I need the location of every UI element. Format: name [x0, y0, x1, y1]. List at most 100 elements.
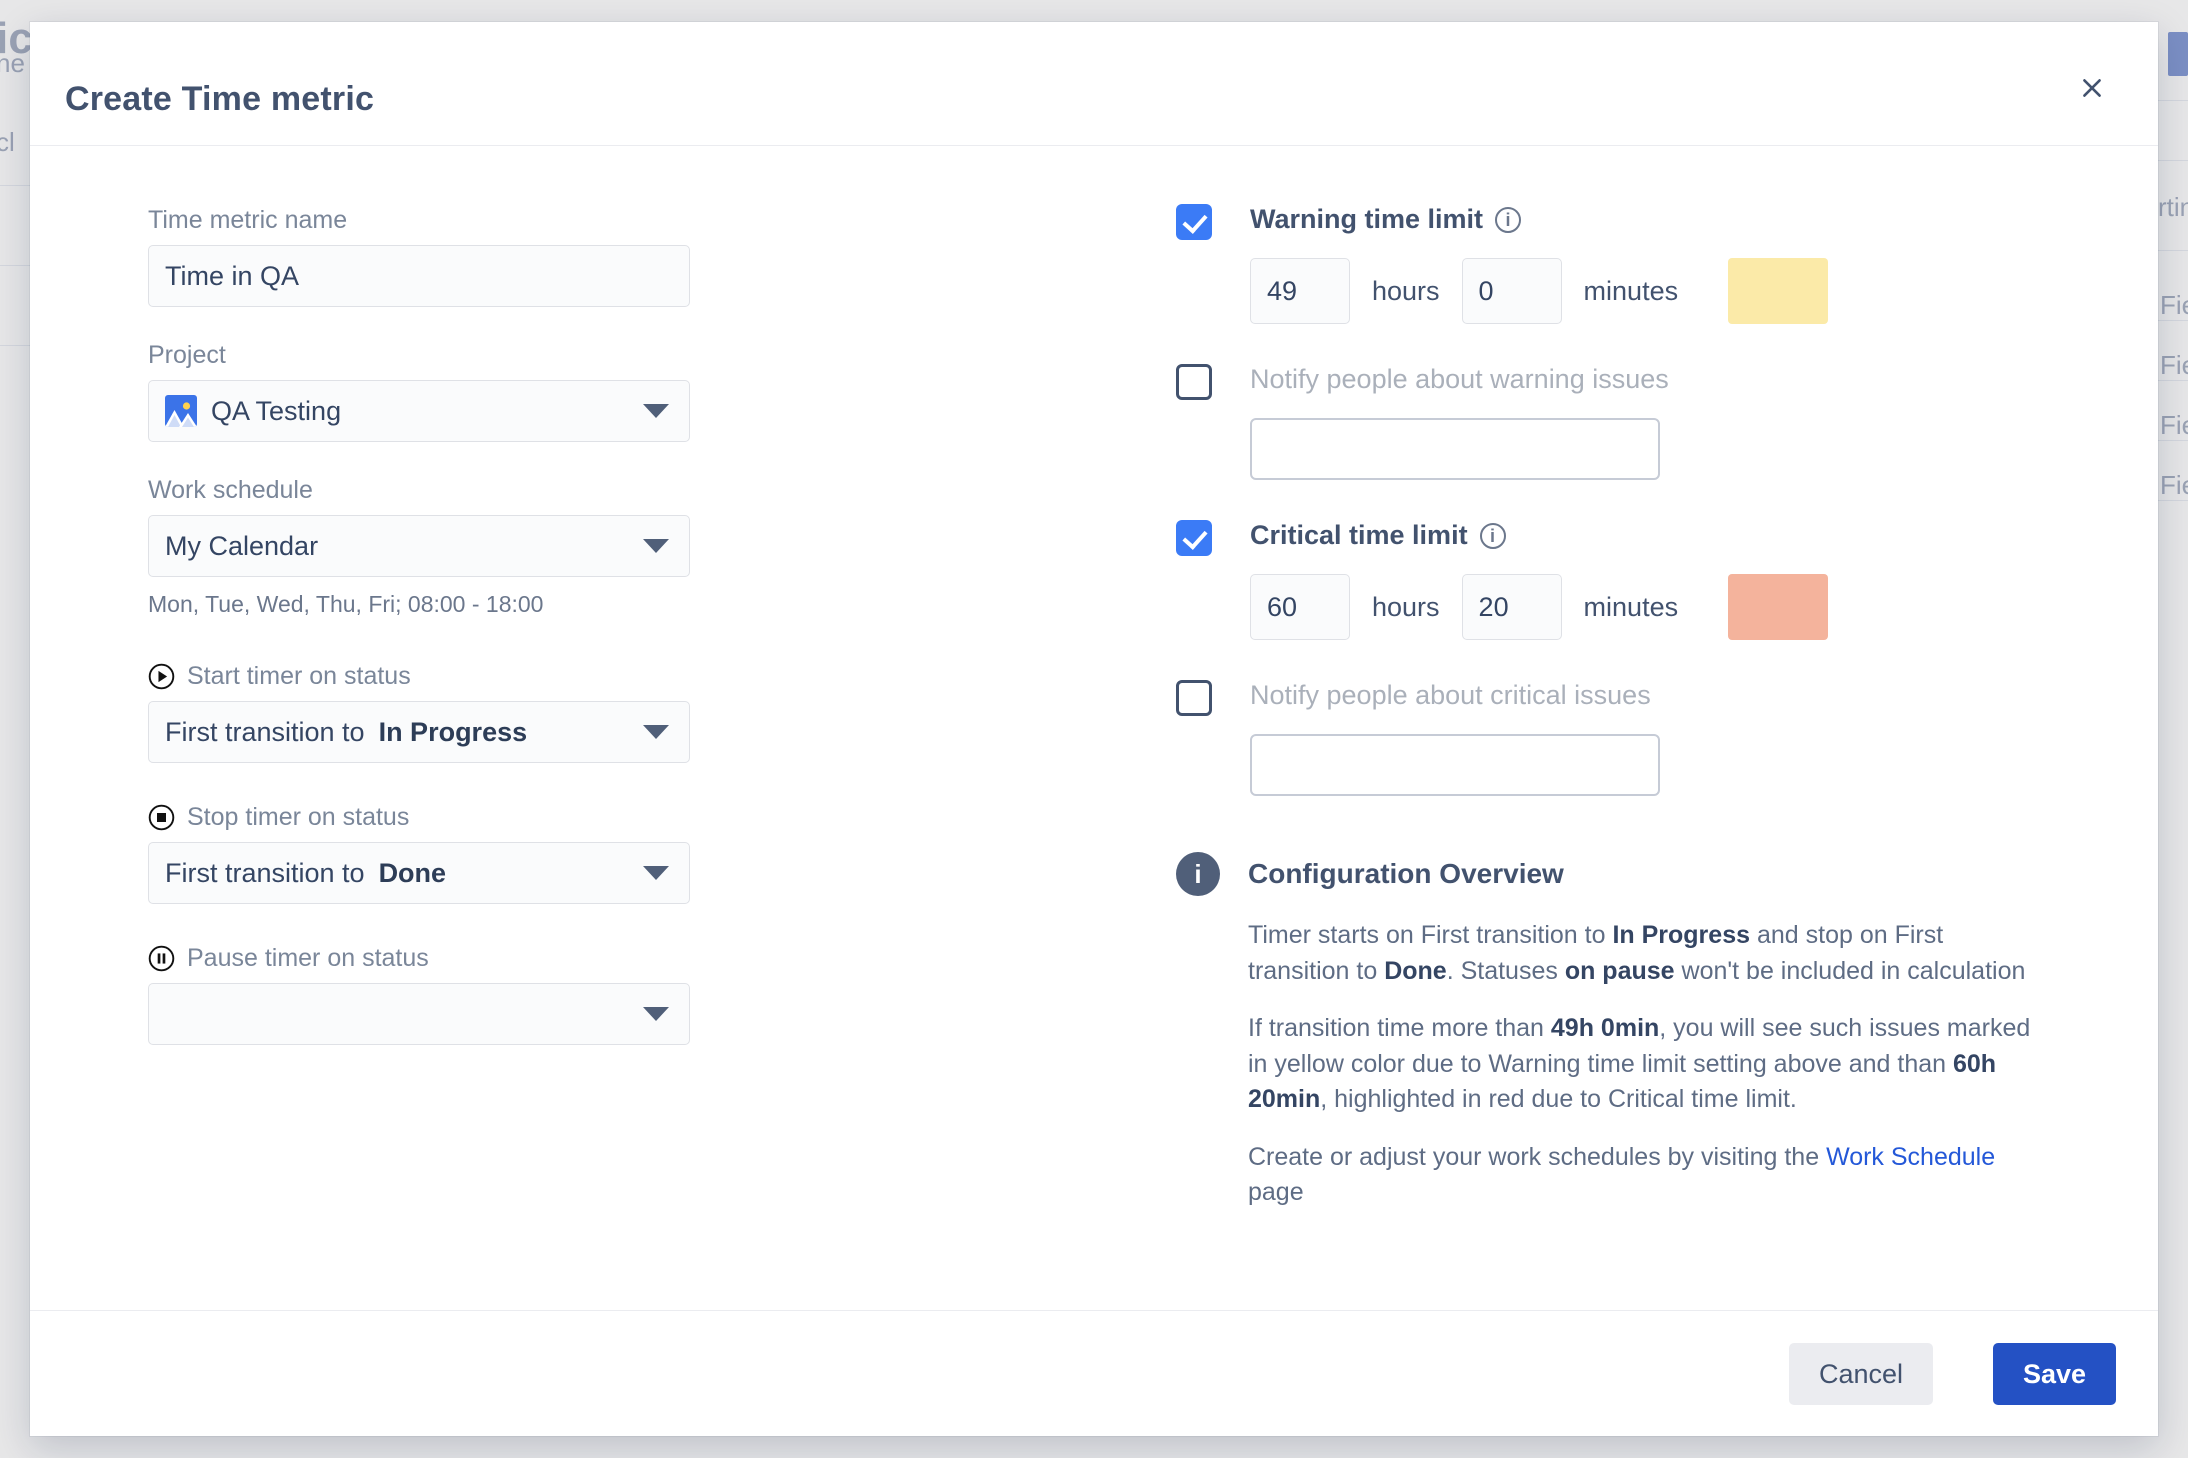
create-time-metric-dialog: Create Time metric Time metric name Time…: [30, 22, 2158, 1436]
save-button[interactable]: Save: [1992, 1343, 2116, 1405]
cfg-p1-e: . Statuses: [1446, 956, 1565, 985]
stop-timer-prefix: First transition to: [165, 857, 365, 888]
stop-timer-field-group: Stop timer on status First transition to…: [148, 803, 690, 904]
bg-fragment-text: Fie: [2160, 350, 2188, 380]
notify-warning-header: Notify people about warning issues: [1176, 364, 2046, 400]
notify-critical-header: Notify people about critical issues: [1176, 680, 2046, 716]
bg-fragment-text: cl: [0, 127, 15, 157]
warning-hours-unit: hours: [1372, 275, 1440, 306]
dialog-footer: Cancel Save: [30, 1310, 2158, 1434]
work-schedule-link[interactable]: Work Schedule: [1826, 1143, 1995, 1171]
bg-divider: [2158, 160, 2188, 161]
configuration-overview-title: Configuration Overview: [1248, 858, 1564, 889]
metric-name-label: Time metric name: [148, 206, 348, 234]
work-schedule-select[interactable]: My Calendar: [148, 515, 690, 577]
chevron-down-icon: [643, 1007, 669, 1021]
stop-timer-label: Stop timer on status: [187, 803, 410, 831]
stop-timer-status: Done: [378, 857, 447, 888]
dialog-body: Time metric name Time in QA Project QA T…: [30, 146, 2158, 1310]
cfg-p1-a: Timer starts on First transition to: [1248, 921, 1613, 949]
pause-timer-label: Pause timer on status: [187, 944, 429, 972]
notify-critical-checkbox[interactable]: [1176, 680, 1212, 716]
stop-timer-label-row: Stop timer on status: [148, 803, 690, 832]
info-icon[interactable]: i: [1495, 206, 1522, 233]
notify-warning-group: Notify people about warning issues: [1176, 364, 2046, 480]
critical-color-swatch[interactable]: [1728, 574, 1829, 640]
notify-warning-input[interactable]: [1250, 418, 1660, 480]
dialog-header: Create Time metric: [30, 22, 2158, 146]
project-label: Project: [148, 341, 226, 369]
bg-divider: [0, 265, 30, 266]
critical-limit-title-row: Critical time limit i: [1250, 520, 1506, 551]
critical-time-limit-checkbox[interactable]: [1176, 520, 1212, 556]
warning-limit-title-row: Warning time limit i: [1250, 204, 1522, 235]
warning-time-limit-label: Warning time limit: [1250, 204, 1484, 234]
warning-color-swatch[interactable]: [1728, 258, 1829, 324]
bg-divider: [2158, 100, 2188, 101]
critical-minutes-input[interactable]: 20: [1461, 574, 1562, 640]
critical-time-limit-group: Critical time limit i 60 hours 20 minute…: [1176, 520, 2046, 640]
right-settings-column: Warning time limit i 49 hours 0 minutes: [1176, 204, 2046, 1211]
metric-name-value: Time in QA: [165, 260, 300, 291]
info-icon[interactable]: i: [1479, 522, 1506, 549]
bg-divider: [0, 185, 30, 186]
critical-time-limit-label: Critical time limit: [1250, 520, 1468, 550]
project-field-group: Project QA Testing: [148, 341, 690, 442]
bg-divider: [2158, 250, 2188, 251]
cfg-p1-b: In Progress: [1612, 921, 1751, 949]
critical-hours-input[interactable]: 60: [1250, 574, 1350, 640]
bg-fragment-text: Fie: [2160, 290, 2188, 320]
start-timer-label: Start timer on status: [187, 662, 411, 690]
bg-divider: [2158, 440, 2188, 441]
start-timer-label-row: Start timer on status: [148, 662, 690, 691]
warning-minutes-unit: minutes: [1583, 275, 1679, 306]
notify-critical-label: Notify people about critical issues: [1250, 680, 1651, 710]
configuration-paragraph-2: If transition time more than 49h 0min, y…: [1248, 1011, 2038, 1118]
cfg-p3-b: page: [1248, 1178, 1304, 1206]
configuration-overview-header: i Configuration Overview: [1176, 852, 2046, 896]
bg-divider: [2158, 320, 2188, 321]
bg-divider: [0, 345, 30, 346]
play-circle-icon: [148, 663, 175, 690]
configuration-overview: i Configuration Overview Timer starts on…: [1176, 852, 2046, 1211]
cfg-p1-f: on pause: [1564, 956, 1675, 985]
start-timer-select[interactable]: First transition to In Progress: [148, 701, 690, 763]
chevron-down-icon: [643, 725, 669, 739]
pause-timer-label-row: Pause timer on status: [148, 944, 690, 973]
metric-name-input[interactable]: Time in QA: [148, 245, 690, 307]
warning-hours-input[interactable]: 49: [1250, 258, 1350, 324]
notify-warning-checkbox[interactable]: [1176, 364, 1212, 400]
bg-fragment-text: ne: [0, 48, 25, 78]
stop-timer-select[interactable]: First transition to Done: [148, 842, 690, 904]
start-timer-status: In Progress: [378, 716, 528, 747]
notify-warning-title-row: Notify people about warning issues: [1250, 364, 1669, 395]
info-circle-icon: i: [1176, 852, 1220, 896]
bg-header-chip: [2168, 32, 2188, 76]
cfg-p1-d: Done: [1384, 956, 1447, 985]
chevron-down-icon: [643, 539, 669, 553]
warning-time-limit-checkbox[interactable]: [1176, 204, 1212, 240]
warning-time-limit-group: Warning time limit i 49 hours 0 minutes: [1176, 204, 2046, 324]
notify-warning-label: Notify people about warning issues: [1250, 364, 1669, 394]
dialog-title: Create Time metric: [65, 80, 375, 118]
chevron-down-icon: [643, 866, 669, 880]
left-form-column: Time metric name Time in QA Project QA T…: [148, 206, 690, 1079]
cfg-p2-a: If transition time more than: [1248, 1014, 1551, 1042]
critical-hours-value: 60: [1267, 591, 1298, 622]
project-avatar-icon: [165, 395, 197, 427]
warning-minutes-input[interactable]: 0: [1461, 258, 1562, 324]
notify-critical-input[interactable]: [1250, 734, 1660, 796]
work-schedule-label: Work schedule: [148, 476, 313, 504]
critical-limit-inputs: 60 hours 20 minutes: [1250, 574, 2046, 640]
warning-limit-inputs: 49 hours 0 minutes: [1250, 258, 2046, 324]
bg-fragment-text: rtin: [2158, 192, 2188, 222]
project-select[interactable]: QA Testing: [148, 380, 690, 442]
critical-minutes-value: 20: [1478, 591, 1509, 622]
cancel-button[interactable]: Cancel: [1788, 1343, 1933, 1405]
pause-timer-select[interactable]: [148, 983, 690, 1045]
start-timer-field-group: Start timer on status First transition t…: [148, 662, 690, 763]
pause-circle-icon: [148, 945, 175, 972]
bg-fragment-text: Fie: [2160, 470, 2188, 500]
close-icon[interactable]: [2068, 64, 2116, 112]
start-timer-prefix: First transition to: [165, 716, 365, 747]
